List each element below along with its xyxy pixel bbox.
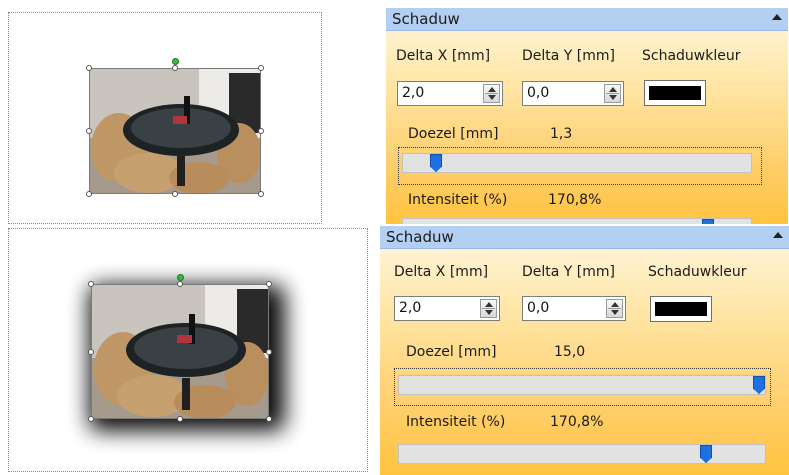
delta-y-label: Delta Y [mm] [522, 264, 616, 280]
blur-label: Doezel [mm] [406, 344, 497, 360]
resize-handle-icon[interactable] [258, 191, 264, 197]
spin-buttons[interactable] [483, 84, 500, 103]
shadow-panel-top: Schaduw Delta X [mm] Delta Y [mm] Schadu… [386, 8, 788, 224]
resize-handle-icon[interactable] [177, 281, 183, 287]
delta-x-stepper[interactable]: 2,0 [394, 296, 500, 321]
photo-table-chairs [91, 284, 269, 419]
spin-up-icon[interactable] [611, 302, 619, 307]
resize-handle-icon[interactable] [86, 65, 92, 71]
delta-x-value: 2,0 [402, 85, 425, 101]
photo-table-chairs [89, 68, 261, 194]
resize-handle-icon[interactable] [258, 65, 264, 71]
panel-header[interactable]: Schaduw [380, 226, 789, 249]
spin-up-icon[interactable] [488, 87, 496, 92]
spin-up-icon[interactable] [485, 302, 493, 307]
collapse-arrow-icon[interactable] [772, 14, 782, 20]
delta-x-label: Delta X [mm] [394, 264, 489, 280]
blur-label: Doezel [mm] [408, 126, 499, 142]
resize-handle-icon[interactable] [172, 65, 178, 71]
spin-up-icon[interactable] [609, 87, 617, 92]
resize-handle-icon[interactable] [86, 191, 92, 197]
collapse-arrow-icon[interactable] [773, 232, 783, 238]
intensity-label: Intensiteit (%) [408, 192, 508, 208]
intensity-slider-track[interactable] [398, 444, 766, 464]
blur-slider-thumb[interactable] [753, 376, 765, 394]
spin-down-icon[interactable] [485, 310, 493, 315]
canvas-top [8, 12, 322, 224]
shadow-color-fill [655, 302, 707, 316]
blur-slider-track[interactable] [398, 375, 766, 395]
resize-handle-icon[interactable] [88, 281, 94, 287]
resize-handle-icon[interactable] [88, 349, 94, 355]
shadow-color-swatch[interactable] [644, 80, 706, 106]
spin-down-icon[interactable] [611, 310, 619, 315]
blur-value: 1,3 [550, 126, 573, 142]
intensity-value: 170,8% [550, 414, 604, 430]
resize-handle-icon[interactable] [266, 349, 272, 355]
photo-bottom[interactable] [91, 284, 269, 419]
canvas-bottom [8, 228, 368, 472]
blur-slider-thumb[interactable] [430, 154, 442, 172]
resize-handle-icon[interactable] [88, 416, 94, 422]
spin-down-icon[interactable] [488, 95, 496, 100]
resize-handle-icon[interactable] [258, 128, 264, 134]
rotation-handle-icon[interactable] [177, 274, 184, 281]
shadow-panel-bottom: Schaduw Delta X [mm] Delta Y [mm] Schadu… [380, 226, 789, 475]
shadow-color-label: Schaduwkleur [642, 48, 741, 64]
intensity-slider-thumb[interactable] [702, 219, 714, 224]
delta-y-stepper[interactable]: 0,0 [522, 81, 624, 106]
delta-y-value: 0,0 [527, 300, 550, 316]
delta-x-value: 2,0 [399, 300, 422, 316]
intensity-slider-thumb[interactable] [700, 445, 712, 463]
shadow-color-swatch[interactable] [650, 296, 712, 322]
intensity-label: Intensiteit (%) [406, 414, 506, 430]
delta-y-value: 0,0 [527, 85, 550, 101]
resize-handle-icon[interactable] [177, 416, 183, 422]
spin-buttons[interactable] [480, 299, 497, 318]
blur-value: 15,0 [554, 344, 586, 360]
blur-slider-track[interactable] [402, 153, 752, 173]
panel-title: Schaduw [386, 228, 454, 246]
shadow-color-fill [649, 86, 701, 100]
panel-title: Schaduw [392, 10, 460, 28]
spin-buttons[interactable] [604, 84, 621, 103]
rotation-handle-icon[interactable] [172, 58, 179, 65]
delta-y-label: Delta Y [mm] [522, 48, 616, 64]
intensity-value: 170,8% [548, 192, 602, 208]
resize-handle-icon[interactable] [266, 416, 272, 422]
delta-y-stepper[interactable]: 0,0 [522, 296, 626, 321]
spin-buttons[interactable] [606, 299, 623, 318]
delta-x-label: Delta X [mm] [396, 48, 491, 64]
intensity-slider-track[interactable] [402, 218, 752, 224]
delta-x-stepper[interactable]: 2,0 [397, 81, 503, 106]
resize-handle-icon[interactable] [266, 281, 272, 287]
panel-header[interactable]: Schaduw [386, 8, 788, 31]
shadow-color-label: Schaduwkleur [648, 264, 747, 280]
resize-handle-icon[interactable] [172, 191, 178, 197]
resize-handle-icon[interactable] [86, 128, 92, 134]
photo-top[interactable] [89, 68, 261, 194]
spin-down-icon[interactable] [609, 95, 617, 100]
